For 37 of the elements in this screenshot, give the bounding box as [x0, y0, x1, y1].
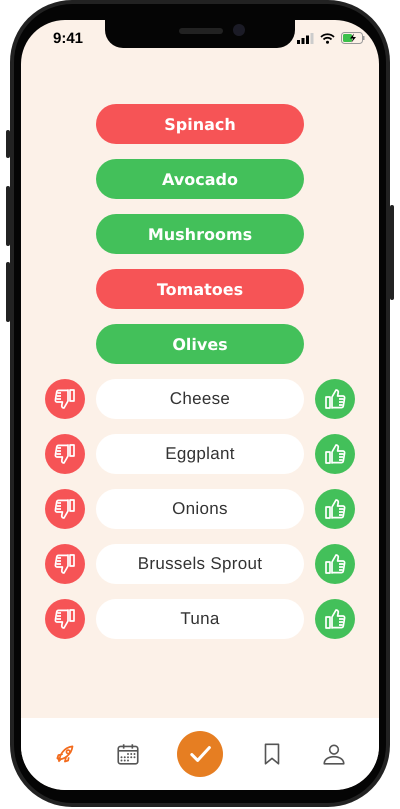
- disliked-item-button[interactable]: Tomatoes: [96, 269, 304, 309]
- thumbs-down-icon: [53, 552, 77, 576]
- item-label: Tuna: [180, 609, 220, 629]
- thumbs-down-button[interactable]: [45, 599, 85, 639]
- thumbs-up-icon: [323, 497, 347, 521]
- thumbs-down-icon: [53, 387, 77, 411]
- status-time: 9:41: [53, 30, 84, 46]
- thumbs-down-button[interactable]: [45, 379, 85, 419]
- liked-item-button[interactable]: Avocado: [96, 159, 304, 199]
- battery-charging-icon: [341, 32, 365, 44]
- thumbs-up-button[interactable]: [315, 544, 355, 584]
- thumbs-down-icon: [53, 607, 77, 631]
- item-label: Onions: [172, 499, 228, 519]
- camera-lens: [233, 24, 245, 36]
- thumbs-down-button[interactable]: [45, 489, 85, 529]
- liked-item-button[interactable]: Olives: [96, 324, 304, 364]
- liked-item-button[interactable]: Mushrooms: [96, 214, 304, 254]
- thumbs-down-icon: [53, 442, 77, 466]
- checkmark-tab[interactable]: [177, 731, 223, 777]
- thumbs-up-button[interactable]: [315, 434, 355, 474]
- thumbs-up-button[interactable]: [315, 489, 355, 529]
- item-label: Eggplant: [165, 444, 235, 464]
- thumbs-down-button[interactable]: [45, 434, 85, 474]
- signal-icon: [297, 32, 314, 44]
- thumbs-up-icon: [323, 607, 347, 631]
- disliked-item-button[interactable]: Spinach: [96, 104, 304, 144]
- thumbs-down-button[interactable]: [45, 544, 85, 584]
- item-label: Cheese: [170, 389, 230, 409]
- wifi-icon: [320, 32, 335, 44]
- thumbs-down-icon: [53, 497, 77, 521]
- speaker-grille: [179, 28, 223, 34]
- item-label: Brussels Sprout: [138, 554, 262, 574]
- thumbs-up-icon: [323, 442, 347, 466]
- thumbs-up-icon: [323, 552, 347, 576]
- thumbs-up-button[interactable]: [315, 599, 355, 639]
- thumbs-up-button[interactable]: [315, 379, 355, 419]
- thumbs-up-icon: [323, 387, 347, 411]
